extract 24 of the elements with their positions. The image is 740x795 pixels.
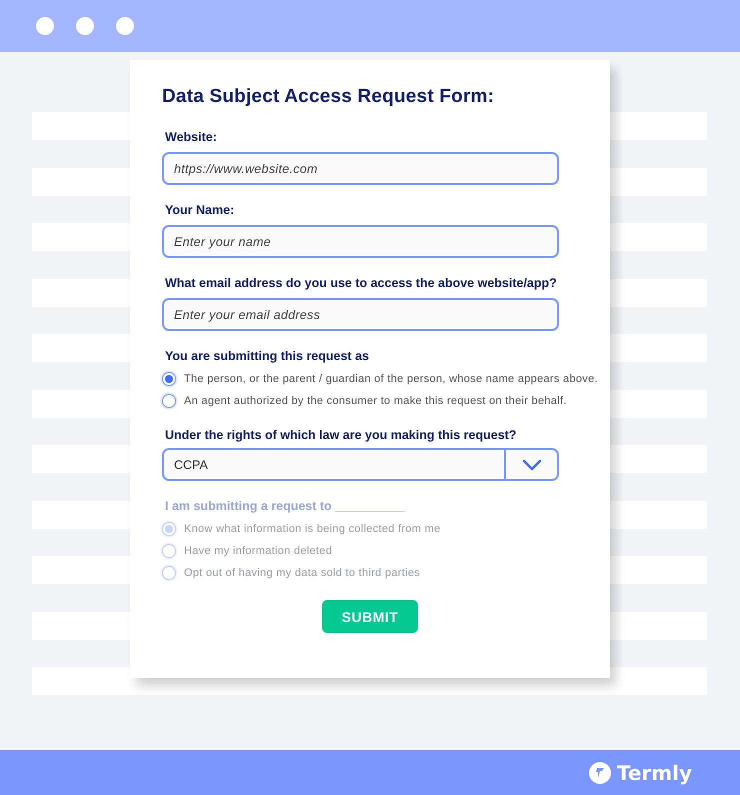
radio-button[interactable] (162, 394, 176, 408)
window-dot-icon (76, 17, 94, 35)
question-label: You are submitting this request as (165, 349, 370, 363)
input-field[interactable]: Enter your email address (162, 298, 559, 331)
option-label: An agent authorized by the consumer to make this request on their behalf. (184, 395, 567, 407)
field-label: Your Name: (165, 203, 236, 217)
input-field[interactable]: Enter your name (162, 225, 559, 258)
radio-button[interactable] (162, 372, 176, 386)
window-dot-icon (116, 17, 134, 35)
option-label: Know what information is being collected from me (184, 523, 441, 535)
option-label: Have my information deleted (184, 545, 332, 557)
question-label: I am submitting a request to __________ (165, 499, 406, 513)
chevron-down-icon (522, 458, 542, 470)
question-label: Under the rights of which law are you making this request? (165, 428, 518, 442)
field-label: Website: (165, 130, 218, 144)
input-field[interactable]: https://www.website.com (162, 152, 559, 185)
form-title: Data Subject Access Request Form: (162, 86, 496, 108)
window-dot-icon (36, 17, 54, 35)
bolt-logo-icon (588, 762, 611, 784)
brand-name: Termly (616, 760, 692, 784)
law-dropdown[interactable]: CCPA (162, 448, 559, 481)
option-label: Opt out of having my data sold to third parties (184, 567, 420, 579)
option-label: The person, or the parent / guardian of the person, whose name appears above. (184, 373, 598, 385)
field-label: What email address do you use to access the above website/app? (165, 276, 558, 290)
